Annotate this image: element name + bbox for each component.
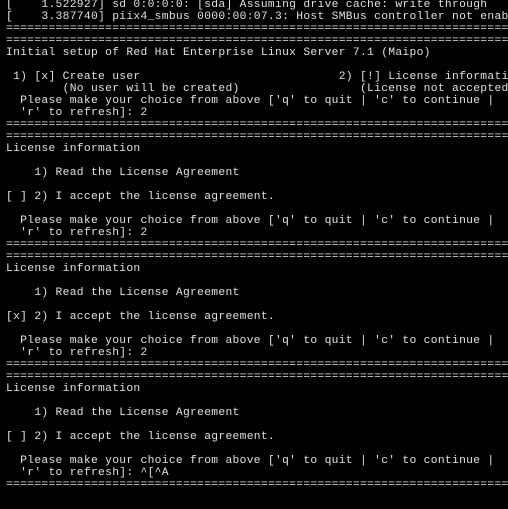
license-option-1: 1) Read the License Agreement [6,408,502,420]
license-option-1: 1) Read the License Agreement [6,288,502,300]
divider: ========================================… [6,480,502,492]
license-option-2-checked: [x] 2) I accept the license agreement. [6,312,502,324]
setup-title: Initial setup of Red Hat Enterprise Linu… [6,48,502,60]
license-option-2: [ ] 2) I accept the license agreement. [6,432,502,444]
license-header: License information [6,144,502,156]
license-header: License information [6,384,502,396]
license-option-1: 1) Read the License Agreement [6,168,502,180]
license-header: License information [6,264,502,276]
license-option-2: [ ] 2) I accept the license agreement. [6,192,502,204]
terminal-screen[interactable]: [ 1.522927] sd 0:0:0:0: [sda] Assuming d… [6,0,502,492]
